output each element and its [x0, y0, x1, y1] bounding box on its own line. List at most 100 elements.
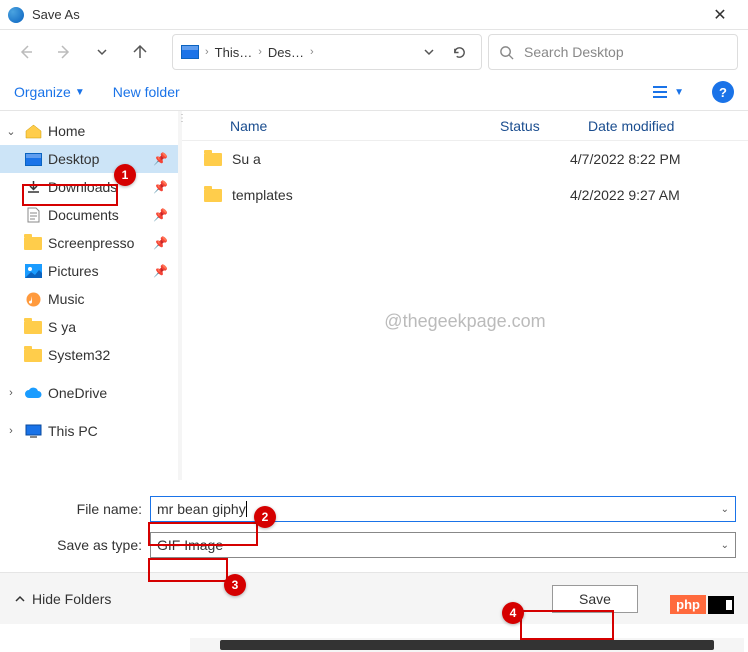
- new-folder-button[interactable]: New folder: [113, 84, 180, 100]
- help-button[interactable]: ?: [712, 81, 734, 103]
- arrow-right-icon: [56, 44, 72, 60]
- file-name: Su a: [232, 151, 261, 167]
- pictures-icon: [24, 263, 42, 279]
- save-button[interactable]: Save: [552, 585, 638, 613]
- view-toggle[interactable]: ▼: [652, 85, 684, 99]
- php-badge-text: php: [670, 595, 706, 614]
- annotation-marker-2: 2: [254, 506, 276, 528]
- tree-label: Downloads: [48, 179, 117, 195]
- tree-label: Documents: [48, 207, 119, 223]
- caret-down-icon: ▼: [674, 87, 684, 98]
- file-row[interactable]: templates 4/2/2022 9:27 AM: [182, 177, 748, 213]
- location-icon: [181, 45, 199, 59]
- nav-row: › This… › Des… ›: [0, 30, 748, 74]
- address-bar[interactable]: › This… › Des… ›: [172, 34, 482, 70]
- tree-home[interactable]: ⌄ Home: [0, 117, 178, 145]
- recent-dropdown[interactable]: [86, 36, 118, 68]
- chevron-down-icon: ⌄: [4, 125, 18, 138]
- tree-documents[interactable]: Documents 📌: [0, 201, 178, 229]
- chevron-right-icon: ›: [4, 425, 18, 437]
- type-value: GIF Image: [157, 537, 223, 553]
- forward-button[interactable]: [48, 36, 80, 68]
- pin-icon: 📌: [153, 208, 168, 222]
- up-button[interactable]: [124, 36, 156, 68]
- breadcrumb-sep: ›: [205, 46, 209, 58]
- tree-music[interactable]: Music: [0, 285, 178, 313]
- annotation-marker-4: 4: [502, 602, 524, 624]
- toolbar: Organize ▼ New folder ▼ ?: [0, 74, 748, 110]
- download-icon: [24, 179, 42, 195]
- tree-label: Home: [48, 123, 85, 139]
- tree-label: Desktop: [48, 151, 99, 167]
- chevron-down-icon: [423, 46, 435, 58]
- list-view-icon: [652, 85, 668, 99]
- file-date: 4/7/2022 8:22 PM: [570, 151, 748, 167]
- breadcrumb-sep: ›: [310, 46, 314, 58]
- tree-downloads[interactable]: Downloads 📌: [0, 173, 178, 201]
- document-icon: [24, 207, 42, 223]
- horizontal-scrollbar[interactable]: [190, 638, 744, 652]
- tree-screenpresso[interactable]: Screenpresso 📌: [0, 229, 178, 257]
- cloud-icon: [24, 385, 42, 401]
- refresh-button[interactable]: [445, 38, 473, 66]
- dropdown-caret-icon[interactable]: ⌄: [721, 504, 729, 515]
- scrollbar-thumb[interactable]: [220, 640, 714, 650]
- hide-folders-label: Hide Folders: [32, 591, 111, 607]
- caret-down-icon: ▼: [75, 87, 85, 98]
- column-headers: Name Status Date modified: [182, 111, 748, 141]
- chevron-up-icon: [14, 593, 26, 605]
- back-button[interactable]: [10, 36, 42, 68]
- refresh-icon: [452, 45, 467, 60]
- file-pane: Name Status Date modified Su a 4/7/2022 …: [182, 111, 748, 480]
- titlebar: Save As ✕: [0, 0, 748, 30]
- window-title: Save As: [32, 7, 700, 22]
- watermark: @thegeekpage.com: [384, 311, 545, 332]
- tree-label: Screenpresso: [48, 235, 134, 251]
- desktop-icon: [24, 151, 42, 167]
- pin-icon: 📌: [153, 152, 168, 166]
- tree-pictures[interactable]: Pictures 📌: [0, 257, 178, 285]
- arrow-up-icon: [132, 44, 148, 60]
- php-badge: php: [670, 595, 734, 614]
- main-area: ⌄ Home Desktop 📌 Downloads 📌 Documents 📌…: [0, 110, 748, 480]
- hide-folders-toggle[interactable]: Hide Folders: [14, 591, 111, 607]
- tree-desktop[interactable]: Desktop 📌: [0, 145, 178, 173]
- type-field[interactable]: GIF Image ⌄: [150, 532, 736, 558]
- tree-label: OneDrive: [48, 385, 107, 401]
- php-badge-icon: [708, 596, 734, 614]
- col-status[interactable]: Status: [482, 118, 570, 134]
- tree-system32[interactable]: System32: [0, 341, 178, 369]
- search-input[interactable]: [524, 44, 727, 60]
- breadcrumb-sep: ›: [258, 46, 262, 58]
- tree-label: Music: [48, 291, 85, 307]
- breadcrumb-seg-1[interactable]: This…: [215, 45, 253, 60]
- chevron-right-icon: ›: [4, 387, 18, 399]
- file-list[interactable]: Su a 4/7/2022 8:22 PM templates 4/2/2022…: [182, 141, 748, 480]
- file-row[interactable]: Su a 4/7/2022 8:22 PM: [182, 141, 748, 177]
- tree-user-folder[interactable]: S ya: [0, 313, 178, 341]
- pc-icon: [24, 423, 42, 439]
- home-icon: [24, 123, 42, 139]
- filename-field[interactable]: mr bean giphy ⌄: [150, 496, 736, 522]
- tree-onedrive[interactable]: › OneDrive: [0, 379, 178, 407]
- search-icon: [499, 45, 514, 60]
- filename-value: mr bean giphy: [157, 501, 246, 517]
- tree-this-pc[interactable]: › This PC: [0, 417, 178, 445]
- search-box[interactable]: [488, 34, 738, 70]
- file-date: 4/2/2022 9:27 AM: [570, 187, 748, 203]
- col-date[interactable]: Date modified: [570, 118, 748, 134]
- breadcrumb-seg-2[interactable]: Des…: [268, 45, 304, 60]
- address-dropdown[interactable]: [415, 38, 443, 66]
- pin-icon: 📌: [153, 236, 168, 250]
- arrow-left-icon: [18, 44, 34, 60]
- tree-label: Pictures: [48, 263, 99, 279]
- dropdown-caret-icon[interactable]: ⌄: [721, 540, 729, 551]
- tree-label: This PC: [48, 423, 98, 439]
- organize-menu[interactable]: Organize ▼: [14, 84, 85, 100]
- col-name[interactable]: Name: [182, 118, 482, 134]
- annotation-marker-1: 1: [114, 164, 136, 186]
- close-button[interactable]: ✕: [700, 5, 740, 25]
- save-form: File name: mr bean giphy ⌄ Save as type:…: [0, 480, 748, 572]
- filename-label: File name:: [12, 501, 150, 517]
- chevron-down-icon: [96, 46, 108, 58]
